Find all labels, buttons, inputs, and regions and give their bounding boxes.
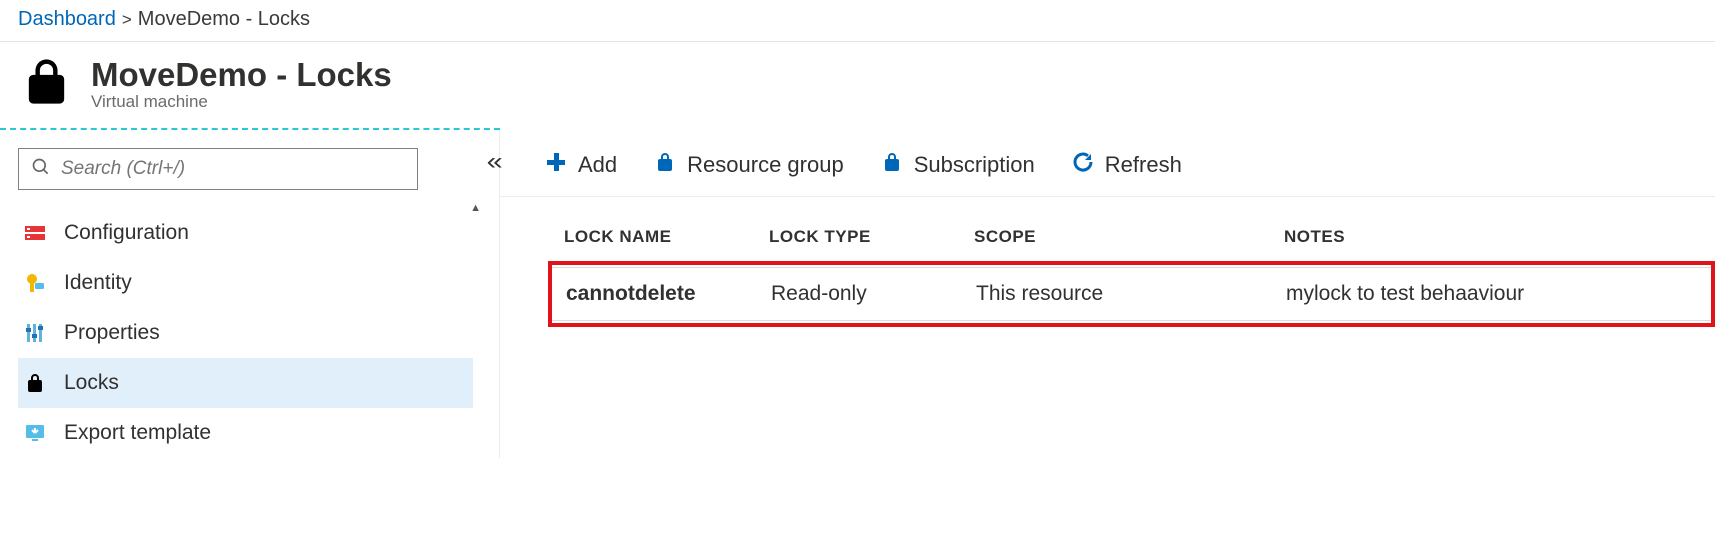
search-input[interactable] [61,158,405,180]
scroll-up-icon[interactable]: ▲ [470,202,481,214]
sidebar: « ▲ Configuration Identity [0,130,500,458]
sidebar-item-configuration[interactable]: Configuration [18,208,473,258]
properties-icon [22,320,48,346]
breadcrumb-separator: > [122,10,132,30]
sidebar-item-label: Locks [64,371,119,395]
main-content: Add Resource group Subscription Refresh [500,130,1715,458]
collapse-sidebar-button[interactable]: « [486,148,502,176]
lock-icon [20,55,73,112]
lock-icon [880,150,904,180]
col-header-scope[interactable]: SCOPE [974,227,1284,247]
page-header: MoveDemo - Locks Virtual machine [0,42,1715,128]
add-button[interactable]: Add [544,150,617,180]
lock-icon [653,150,677,180]
page-subtitle: Virtual machine [91,92,392,112]
subscription-label: Subscription [914,152,1035,178]
refresh-icon [1071,150,1095,180]
sidebar-item-label: Properties [64,321,160,345]
sidebar-nav: ▲ Configuration Identity Properties [18,208,473,458]
toolbar: Add Resource group Subscription Refresh [500,130,1715,197]
breadcrumb-dashboard-link[interactable]: Dashboard [18,8,116,31]
sidebar-item-export-template[interactable]: Export template [18,408,473,458]
search-icon [31,157,51,181]
sidebar-item-identity[interactable]: Identity [18,258,473,308]
cell-lock-name: cannotdelete [566,282,771,306]
cell-lock-type: Read-only [771,282,976,306]
subscription-button[interactable]: Subscription [880,150,1035,180]
sidebar-item-label: Configuration [64,221,189,245]
sidebar-item-properties[interactable]: Properties [18,308,473,358]
col-header-type[interactable]: LOCK TYPE [769,227,974,247]
lock-icon [22,370,48,396]
sidebar-item-label: Identity [64,271,132,295]
plus-icon [544,150,568,180]
page-title: MoveDemo - Locks [91,56,392,94]
resource-group-button[interactable]: Resource group [653,150,844,180]
identity-icon [22,270,48,296]
table-row[interactable]: cannotdelete Read-only This resource myl… [552,268,1711,320]
breadcrumb: Dashboard > MoveDemo - Locks [0,0,1715,42]
cell-scope: This resource [976,282,1286,306]
refresh-button[interactable]: Refresh [1071,150,1182,180]
sidebar-item-locks[interactable]: Locks [18,358,473,408]
locks-table: LOCK NAME LOCK TYPE SCOPE NOTES cannotde… [500,197,1715,327]
cell-notes: mylock to test behaaviour [1286,282,1711,306]
refresh-label: Refresh [1105,152,1182,178]
configuration-icon [22,220,48,246]
export-template-icon [22,420,48,446]
col-header-name[interactable]: LOCK NAME [564,227,769,247]
table-header-row: LOCK NAME LOCK TYPE SCOPE NOTES [548,227,1715,261]
resource-group-label: Resource group [687,152,844,178]
sidebar-item-label: Export template [64,421,211,445]
sidebar-search[interactable] [18,148,418,190]
col-header-notes[interactable]: NOTES [1284,227,1715,247]
add-label: Add [578,152,617,178]
highlighted-row: cannotdelete Read-only This resource myl… [548,261,1715,327]
breadcrumb-current: MoveDemo - Locks [138,8,310,31]
